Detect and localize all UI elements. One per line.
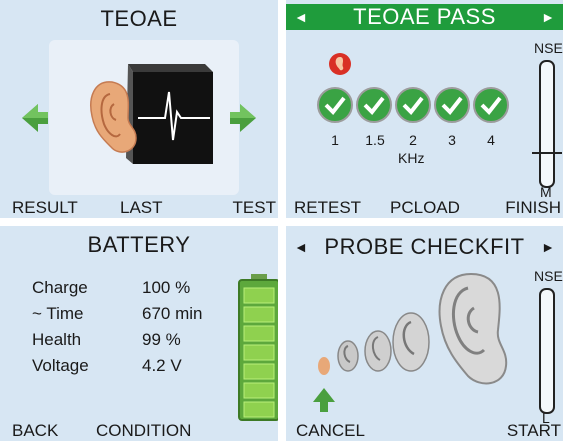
title-bar: ◄ TEOAE PASS ► (286, 4, 563, 30)
table-row: Health 99 % (32, 327, 202, 353)
teoae-screen: TEOAE RESULT LAST TEST (0, 0, 278, 218)
frequency-label: 4 (487, 132, 495, 148)
frequency-unit: KHz (398, 150, 425, 166)
frequency-label: 1.5 (365, 132, 385, 148)
result-button[interactable]: RESULT (12, 198, 78, 218)
finish-button[interactable]: FINISH (505, 198, 561, 218)
frequency-label: 2 (409, 132, 417, 148)
condition-button[interactable]: CONDITION (96, 421, 191, 441)
table-row: ~ Time 670 min (32, 301, 202, 327)
battery-cell (243, 325, 275, 342)
noise-meter (539, 60, 555, 188)
large-ear-icon (438, 272, 508, 385)
noise-meter-label: NSE (534, 40, 563, 56)
check-pass-icon (395, 87, 431, 123)
row-value: 99 % (142, 330, 181, 349)
battery-cell (243, 382, 275, 399)
arrow-right-icon[interactable] (230, 104, 256, 132)
small-ear-icon (318, 357, 330, 375)
check-pass-icon (473, 87, 509, 123)
ear-icon (337, 340, 359, 372)
check-pass-icon (434, 87, 470, 123)
monitor-icon (126, 64, 213, 164)
table-row: Voltage 4.2 V (32, 353, 202, 379)
last-button[interactable]: LAST (120, 198, 163, 218)
pcload-button[interactable]: PCLOAD (390, 198, 460, 218)
row-value: 4.2 V (142, 356, 182, 375)
frequency-label: 3 (448, 132, 456, 148)
screen-title: TEOAE PASS (353, 4, 496, 29)
row-value: 100 % (142, 278, 191, 297)
probe-checkfit-screen: ◄ PROBE CHECKFIT ► NSE L CANCEL START (286, 226, 563, 441)
check-pass-icon (356, 87, 392, 123)
ear-size-scale-illustration (313, 272, 508, 412)
battery-level-icon (238, 274, 278, 421)
frequency-labels: 1 1.5 2 3 4 (316, 132, 516, 150)
fit-meter-label: NSE (534, 268, 563, 284)
ear-waveform-illustration (22, 64, 256, 164)
next-screen-icon[interactable]: ► (541, 4, 555, 30)
row-label: Charge (32, 278, 88, 297)
arrow-up-icon[interactable] (313, 388, 335, 412)
table-row: Charge 100 % (32, 275, 202, 301)
check-pass-icon (317, 87, 353, 123)
battery-cell (243, 287, 275, 304)
start-button[interactable]: START (507, 421, 561, 441)
noise-meter-marker (532, 152, 562, 154)
frequency-pass-icons (317, 87, 509, 123)
retest-button[interactable]: RETEST (294, 198, 361, 218)
battery-cell (243, 401, 275, 418)
battery-cell (243, 306, 275, 323)
battery-cells (243, 287, 275, 418)
ear-icon (392, 312, 430, 372)
ear-icon (364, 330, 392, 372)
battery-screen: BATTERY Charge 100 % ~ Time 670 min Heal… (0, 226, 278, 441)
battery-info-table: Charge 100 % ~ Time 670 min Health 99 % … (32, 275, 202, 379)
test-button[interactable]: TEST (233, 198, 276, 218)
battery-cell (243, 344, 275, 361)
row-label: Voltage (32, 356, 89, 375)
row-label: Health (32, 330, 82, 349)
fit-meter (539, 288, 555, 414)
row-label: ~ Time (32, 304, 84, 323)
battery-cell (243, 363, 275, 380)
arrow-left-icon[interactable] (22, 104, 48, 132)
teoae-pass-screen: ◄ TEOAE PASS ► 1 1.5 2 3 4 KHz NSE M RET… (286, 0, 563, 218)
row-value: 670 min (142, 304, 203, 323)
frequency-label: 1 (331, 132, 339, 148)
screen-title: BATTERY (87, 232, 191, 257)
cancel-button[interactable]: CANCEL (296, 421, 365, 441)
back-button[interactable]: BACK (12, 421, 58, 441)
ear-badge-icon (329, 53, 351, 75)
